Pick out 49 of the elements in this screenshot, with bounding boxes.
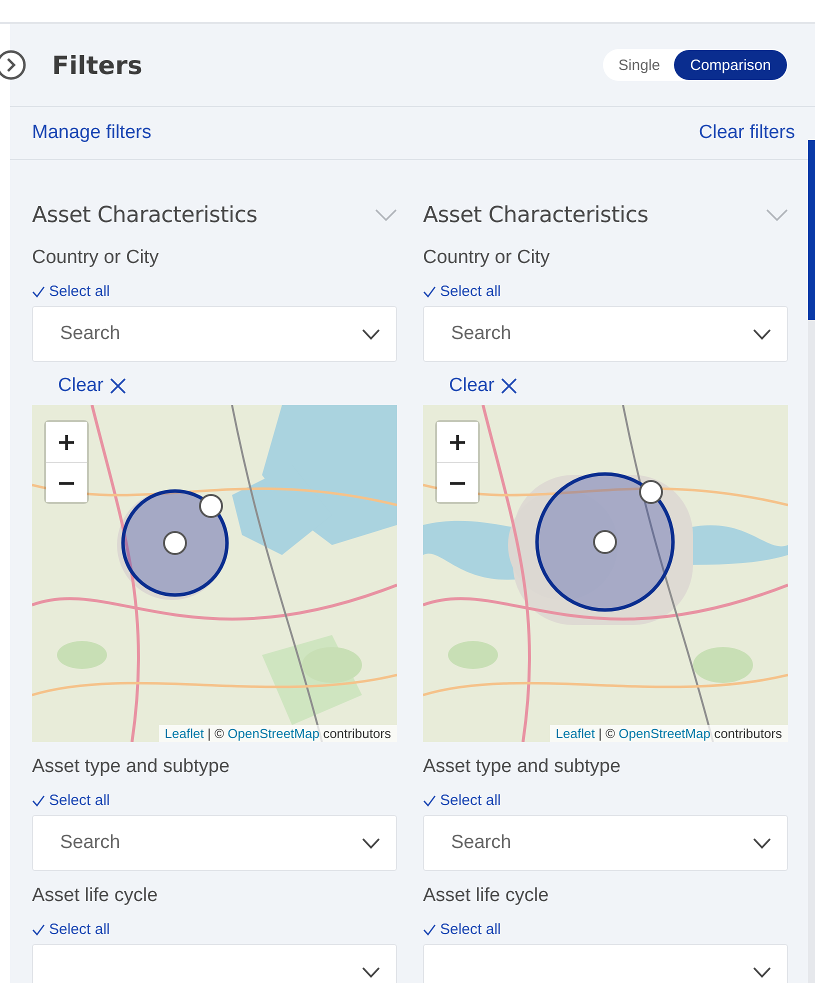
scrollbar-thumb[interactable] — [808, 140, 815, 320]
zoom-out-button[interactable]: − — [437, 462, 478, 502]
close-icon — [109, 377, 128, 395]
caret-icon — [753, 838, 771, 849]
check-icon — [423, 794, 436, 806]
mode-option[interactable]: Comparison — [674, 50, 787, 80]
leaflet-link[interactable]: Leaflet — [164, 726, 204, 741]
map-attribution: Leaflet | © OpenStreetMap contributors — [158, 725, 397, 742]
section-title: Asset Characteristics — [423, 202, 648, 228]
caret-icon — [753, 329, 771, 340]
check-icon — [423, 924, 436, 936]
caret-icon — [362, 838, 380, 849]
filter-label: Asset life cycle — [32, 885, 159, 907]
clear-button[interactable]: Clear — [449, 375, 518, 397]
map-attribution: Leaflet | © OpenStreetMap contributors — [550, 725, 788, 742]
clear-filters-link[interactable]: Clear filters — [698, 122, 795, 144]
openstreetmap-link[interactable]: OpenStreetMap — [228, 726, 320, 741]
section-title: Asset Characteristics — [32, 202, 258, 228]
search-dropdown[interactable]: Search — [32, 815, 397, 871]
select-all-link[interactable]: Select all — [32, 792, 397, 809]
select-all-link[interactable]: Select all — [423, 921, 788, 938]
select-all-link[interactable]: Select all — [32, 283, 397, 300]
manage-filters-link[interactable]: Manage filters — [32, 122, 152, 144]
zoom-out-button[interactable]: − — [46, 462, 87, 502]
scrollbar[interactable] — [808, 140, 815, 983]
caret-icon — [362, 967, 380, 978]
search-dropdown[interactable]: Search — [423, 306, 788, 362]
collapse-icon[interactable] — [0, 50, 26, 80]
leaflet-link[interactable]: Leaflet — [556, 726, 595, 741]
select-all-link[interactable]: Select all — [423, 792, 788, 809]
filter-label: Asset type and subtype — [32, 756, 231, 778]
panel-title: Filters — [52, 50, 144, 80]
filter-label: Asset type and subtype — [423, 756, 622, 778]
openstreetmap-link[interactable]: OpenStreetMap — [618, 726, 710, 741]
filter-label: Country or City — [423, 247, 551, 269]
filter-label: Asset life cycle — [423, 885, 550, 907]
select-all-link[interactable]: Select all — [423, 283, 788, 300]
caret-icon — [753, 967, 771, 978]
search-dropdown[interactable]: Search — [32, 306, 397, 362]
filter-label: Country or City — [32, 247, 160, 269]
clear-button[interactable]: Clear — [58, 375, 128, 397]
close-icon — [500, 377, 518, 395]
check-icon — [423, 286, 436, 298]
search-dropdown[interactable]: Search — [423, 815, 788, 871]
check-icon — [32, 286, 45, 298]
check-icon — [32, 924, 45, 936]
check-icon — [32, 794, 45, 806]
caret-icon — [362, 329, 380, 340]
select-all-link[interactable]: Select all — [32, 921, 397, 938]
